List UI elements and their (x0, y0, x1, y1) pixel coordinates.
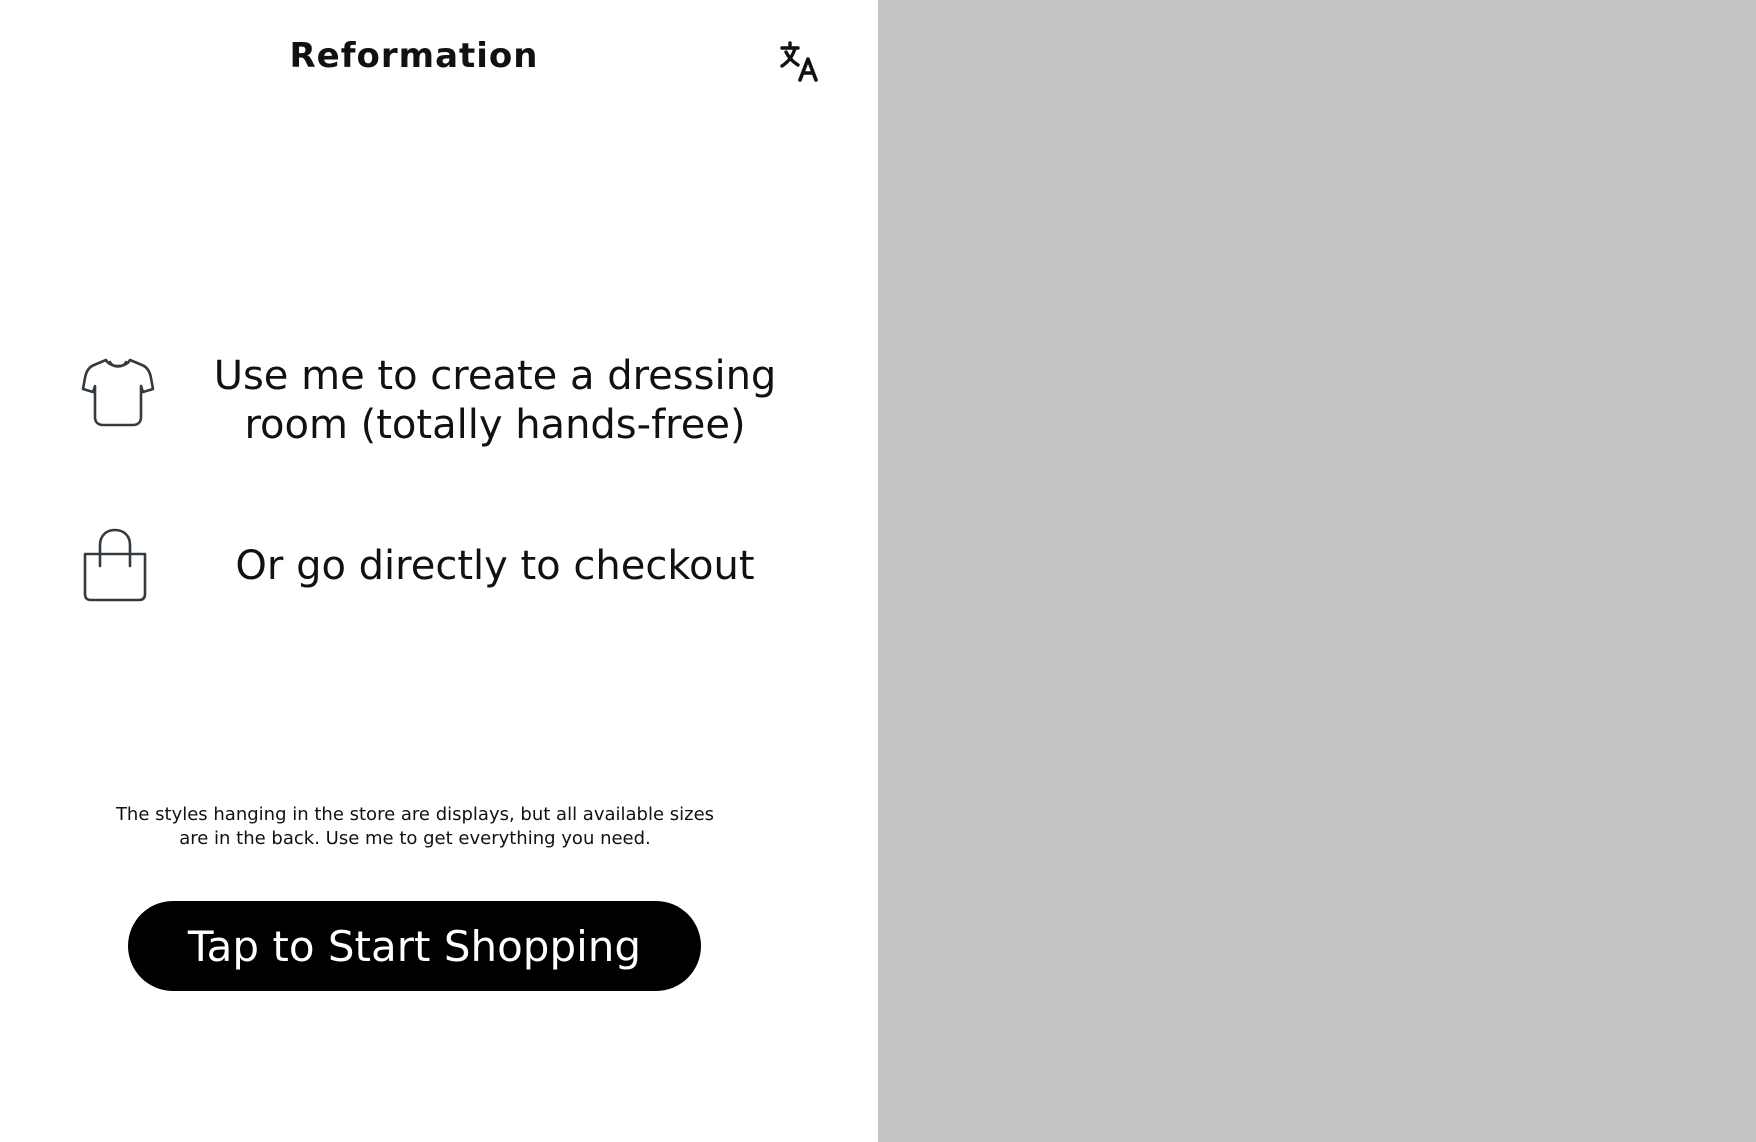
start-shopping-button[interactable]: Tap to Start Shopping (128, 901, 701, 991)
feature-dressing-room-text: Use me to create a dressing room (totall… (213, 353, 777, 448)
tshirt-icon (81, 358, 155, 427)
shopping-bag-icon (83, 528, 147, 602)
feature-checkout: Or go directly to checkout (80, 528, 800, 608)
disclaimer-text: The styles hanging in the store are disp… (115, 804, 715, 849)
feature-dressing-room: Use me to create a dressing room (totall… (80, 352, 800, 452)
translate-icon (780, 41, 818, 82)
right-gray-panel (878, 0, 1756, 1142)
brand-logo: Reformation (289, 36, 539, 76)
feature-checkout-text: Or go directly to checkout (235, 543, 755, 589)
translate-button[interactable] (774, 34, 828, 88)
kiosk-welcome-panel: Reformation Use me to create a dressing … (0, 0, 878, 1142)
